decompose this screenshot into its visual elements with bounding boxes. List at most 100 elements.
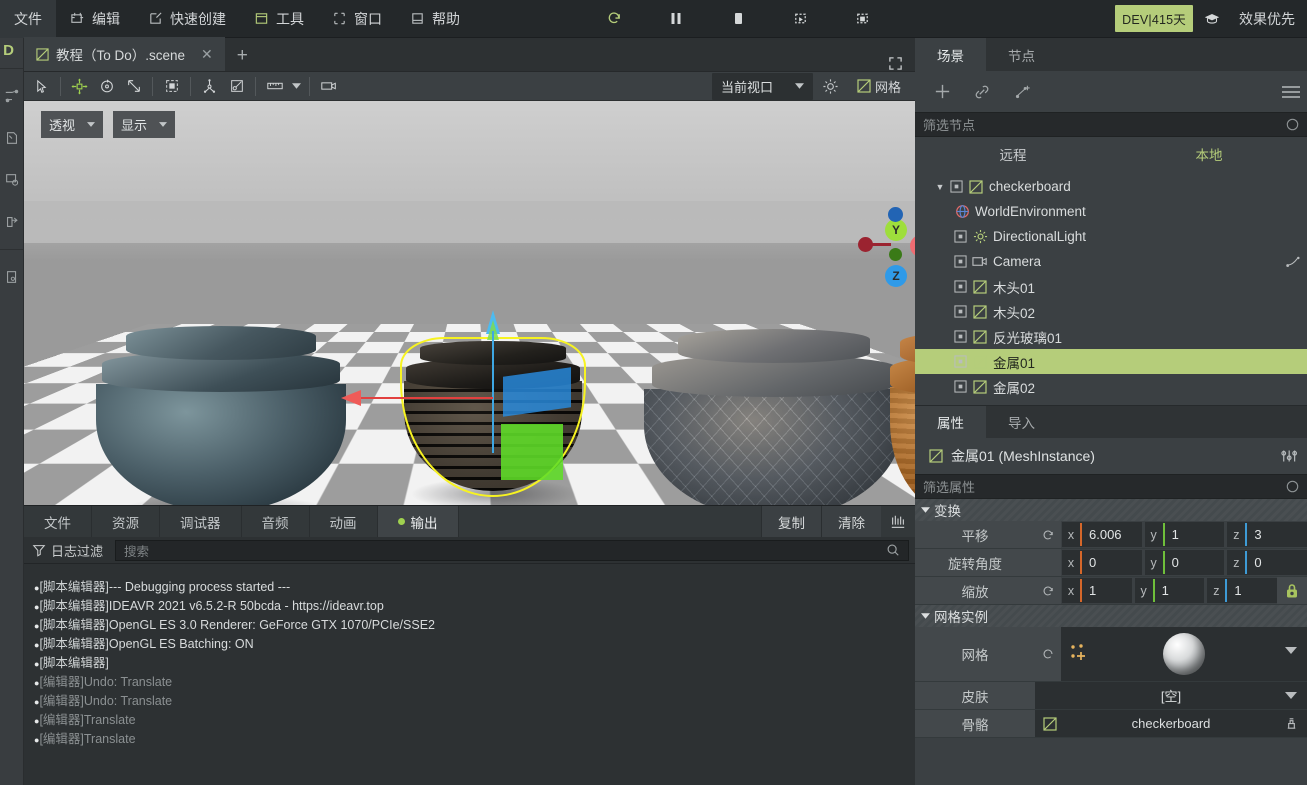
resource-dots-icon[interactable] xyxy=(1069,643,1089,663)
reload-icon[interactable] xyxy=(594,0,634,38)
tree-row[interactable]: 反光玻璃01 xyxy=(915,324,1307,349)
stop-icon[interactable] xyxy=(718,0,758,38)
gizmo-x-axis[interactable] xyxy=(354,397,493,399)
tree-row-selected[interactable]: 金属01 xyxy=(915,349,1307,374)
viewport-select[interactable]: 当前视口 xyxy=(711,72,813,100)
copy-button[interactable]: 复制 xyxy=(761,506,821,537)
quality-mode-label[interactable]: 效果优先 xyxy=(1231,9,1307,29)
tab-resources[interactable]: 资源 xyxy=(92,506,160,537)
log-line[interactable]: ● [编辑器] Undo: Translate xyxy=(34,692,915,711)
scale-tool-icon[interactable] xyxy=(120,74,147,99)
ruler-dropdown-arrow-icon[interactable] xyxy=(288,74,304,99)
log-line[interactable]: ● [脚本编辑器] OpenGL ES 3.0 Renderer: GeForce … xyxy=(34,616,915,635)
menu-item-quick-create[interactable]: 快速创建 xyxy=(134,0,240,38)
sliders-icon[interactable] xyxy=(1281,448,1307,464)
add-tab-button[interactable]: + xyxy=(225,41,260,71)
tab-import[interactable]: 导入 xyxy=(986,406,1057,438)
skeleton-value-field[interactable]: checkerboard xyxy=(1035,710,1307,737)
tab-audio[interactable]: 音频 xyxy=(242,506,310,537)
gizmo-plane-xy[interactable] xyxy=(501,424,563,480)
display-dropdown[interactable]: 显示 xyxy=(113,111,176,138)
mesh-reset-button[interactable] xyxy=(1035,627,1061,681)
settings-icon[interactable] xyxy=(0,159,24,201)
output-log-list[interactable]: ● [脚本编辑器] --- Debugging process started --… xyxy=(24,564,915,782)
node-graph-icon[interactable] xyxy=(0,75,24,117)
dev-license-badge[interactable]: DEV|415天 xyxy=(1115,5,1193,32)
section-header-mesh-instance[interactable]: 网格实例 xyxy=(915,605,1307,627)
clear-button[interactable]: 清除 xyxy=(821,506,881,537)
section-header-transform[interactable]: 变换 xyxy=(915,499,1307,521)
grid-toggle[interactable]: 网格 xyxy=(849,77,909,96)
log-line[interactable]: ● [编辑器] Undo: Translate xyxy=(34,673,915,692)
tab-scene[interactable]: 场景 xyxy=(915,38,986,71)
search-icon[interactable] xyxy=(886,543,900,557)
visibility-toggle-icon[interactable] xyxy=(951,230,969,243)
tree-row[interactable]: 木头02 xyxy=(915,299,1307,324)
lock-tool-icon[interactable] xyxy=(223,74,250,99)
download-icon[interactable] xyxy=(881,506,915,537)
log-line[interactable]: ● [脚本编辑器] IDEAVR 2021 v6.5.2-R 50bcda - ht… xyxy=(34,597,915,616)
axis-field-z[interactable]: z3 xyxy=(1227,522,1307,547)
tree-row[interactable]: 木头01 xyxy=(915,274,1307,299)
tab-files[interactable]: 文件 xyxy=(24,506,92,537)
axis-neg-z-ball[interactable] xyxy=(888,207,903,222)
property-filter-input[interactable]: 筛选属性 xyxy=(915,474,1307,499)
tree-row[interactable]: ▼ checkerboard xyxy=(915,174,1307,199)
log-line[interactable]: ● [编辑器] Translate xyxy=(34,730,915,749)
camera-tool-icon[interactable] xyxy=(315,74,342,99)
wood-bowl[interactable] xyxy=(890,333,915,505)
gizmo-x-arrow[interactable] xyxy=(341,390,361,406)
node-filter-input[interactable]: 筛选节点 xyxy=(915,112,1307,137)
hamburger-menu-icon[interactable] xyxy=(1281,84,1307,100)
skeleton-icon[interactable] xyxy=(1284,716,1299,731)
visibility-toggle-icon[interactable] xyxy=(951,305,969,318)
graduation-cap-icon[interactable] xyxy=(1193,11,1231,27)
tree-row[interactable]: DirectionalLight xyxy=(915,224,1307,249)
perspective-dropdown[interactable]: 透视 xyxy=(41,111,104,138)
select-tool-icon[interactable] xyxy=(28,74,55,99)
skin-value-field[interactable]: [空] xyxy=(1035,682,1307,709)
axis-neg-x-ball[interactable] xyxy=(858,237,873,252)
play-scene-icon[interactable] xyxy=(780,0,820,38)
reset-button[interactable] xyxy=(1035,577,1061,604)
lock-aspect-icon[interactable] xyxy=(1277,577,1307,604)
rotate-tool-icon[interactable] xyxy=(93,74,120,99)
chevron-down-icon[interactable] xyxy=(1285,692,1297,699)
log-line[interactable]: ● [脚本编辑器] --- Debugging process started --… xyxy=(34,578,915,597)
play-custom-scene-icon[interactable] xyxy=(842,0,882,38)
gizmo-y-axis[interactable] xyxy=(492,331,494,453)
axis-field-y[interactable]: y0 xyxy=(1144,550,1225,575)
add-child-node-icon[interactable] xyxy=(1007,78,1037,106)
visibility-toggle-icon[interactable] xyxy=(947,180,965,193)
shape-icon[interactable] xyxy=(0,117,24,159)
local-toggle[interactable]: 本地 xyxy=(1111,144,1307,164)
axis-orientation-gizmo[interactable]: X Y Z xyxy=(858,207,915,289)
axis-field-x[interactable]: x0 xyxy=(1062,550,1142,575)
axis-field-z[interactable]: z0 xyxy=(1227,550,1307,575)
tree-row[interactable]: 金属02 xyxy=(915,374,1307,399)
tree-row[interactable]: WorldEnvironment xyxy=(915,199,1307,224)
stone-mosaic-bowl[interactable] xyxy=(644,329,902,505)
clear-icon[interactable] xyxy=(1286,480,1299,493)
tab-properties[interactable]: 属性 xyxy=(915,406,986,438)
menu-item-window[interactable]: 窗口 xyxy=(318,0,396,38)
chevron-down-icon[interactable] xyxy=(1285,647,1297,654)
export-icon[interactable] xyxy=(0,201,24,243)
menu-item-file[interactable]: 文件 xyxy=(0,0,56,38)
log-line[interactable]: ● [脚本编辑器] xyxy=(34,654,915,673)
clear-icon[interactable] xyxy=(1286,118,1299,131)
gear-icon[interactable] xyxy=(815,74,847,99)
tab-animation[interactable]: 动画 xyxy=(310,506,378,537)
ruler-tool-icon[interactable] xyxy=(261,74,288,99)
expand-arrow-icon[interactable]: ▼ xyxy=(933,182,947,192)
log-line[interactable]: ● [编辑器] Translate xyxy=(34,711,915,730)
pause-icon[interactable] xyxy=(656,0,696,38)
scene-tree[interactable]: ▼ checkerboard WorldEnvironment Directional… xyxy=(915,171,1307,399)
fullscreen-icon[interactable] xyxy=(876,56,915,71)
log-line[interactable]: ● [脚本编辑器] OpenGL ES Batching: ON xyxy=(34,635,915,654)
local-space-tool-icon[interactable] xyxy=(196,74,223,99)
visibility-toggle-icon[interactable] xyxy=(951,255,969,268)
axis-field-y[interactable]: y1 xyxy=(1134,578,1205,603)
log-filter-button[interactable]: 日志过滤 xyxy=(32,541,109,560)
axis-field-z[interactable]: z1 xyxy=(1207,578,1278,603)
